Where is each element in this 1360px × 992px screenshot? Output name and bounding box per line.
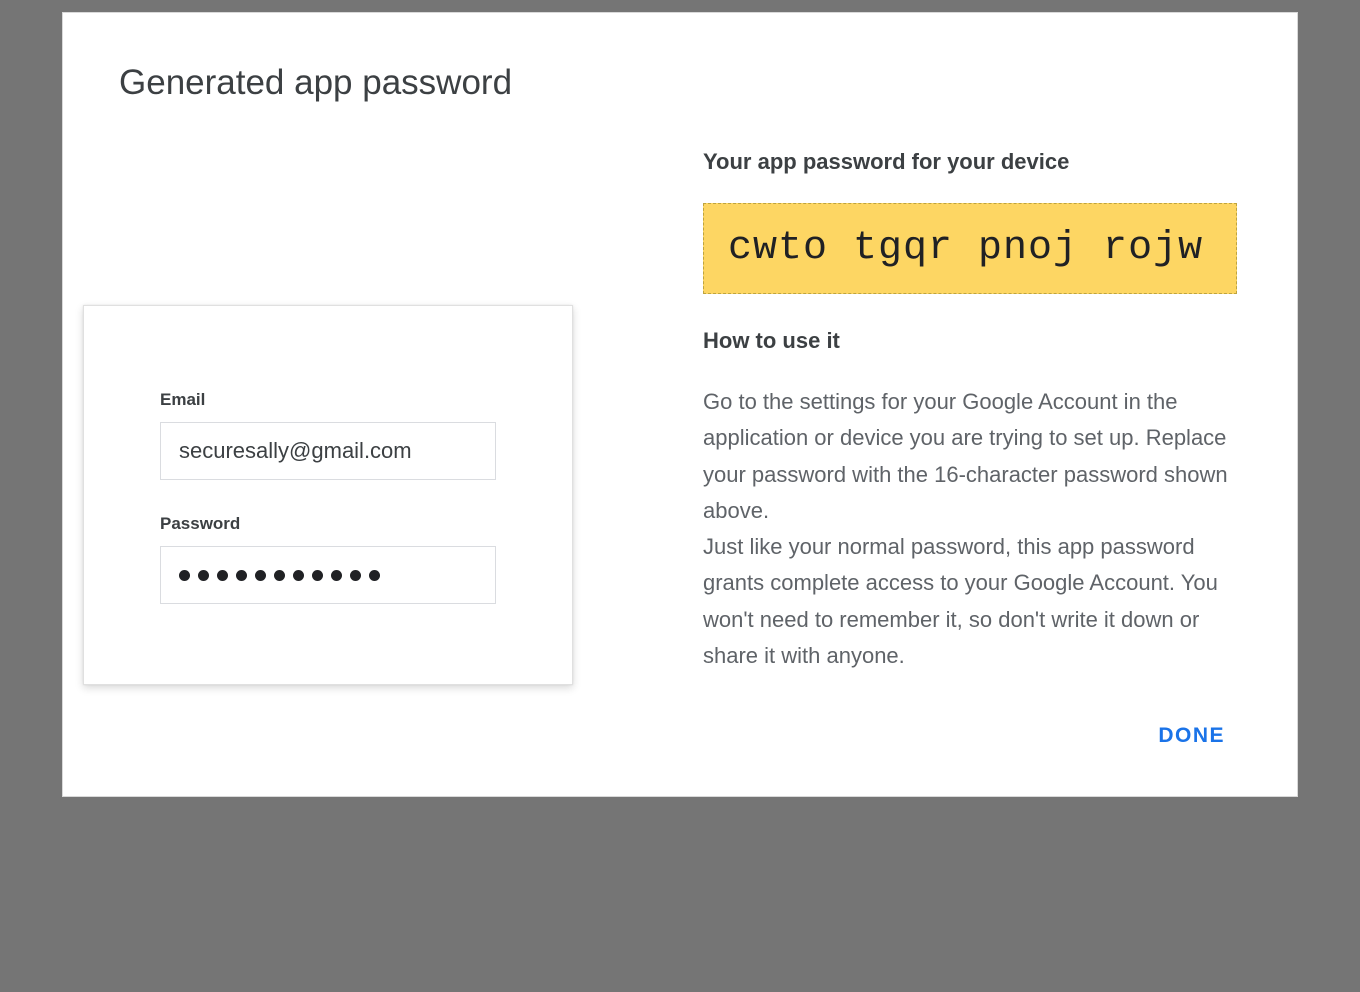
content-area: Email Password Your app password for you… — [119, 149, 1237, 756]
device-password-heading: Your app password for your device — [703, 149, 1237, 175]
credentials-card: Email Password — [83, 305, 573, 685]
password-dot — [179, 570, 190, 581]
instructions-paragraph-1: Go to the settings for your Google Accou… — [703, 389, 1228, 523]
instructions-text: Go to the settings for your Google Accou… — [703, 384, 1237, 674]
password-dot — [274, 570, 285, 581]
password-dot — [198, 570, 209, 581]
password-dot — [217, 570, 228, 581]
instructions-paragraph-2: Just like your normal password, this app… — [703, 534, 1218, 668]
password-dot — [369, 570, 380, 581]
password-dot — [331, 570, 342, 581]
email-label: Email — [160, 390, 496, 410]
footer-actions: DONE — [703, 716, 1237, 756]
password-dot — [350, 570, 361, 581]
generated-password-box[interactable]: cwto tgqr pnoj rojw — [703, 203, 1237, 294]
password-dot — [293, 570, 304, 581]
form-illustration-column: Email Password — [83, 149, 573, 685]
email-field-group: Email — [160, 390, 496, 480]
modal-title: Generated app password — [119, 63, 1237, 103]
password-label: Password — [160, 514, 496, 534]
password-field[interactable] — [160, 546, 496, 604]
email-field[interactable] — [160, 422, 496, 480]
password-dot — [236, 570, 247, 581]
howto-heading: How to use it — [703, 328, 1237, 354]
done-button[interactable]: DONE — [1146, 716, 1237, 756]
instructions-column: Your app password for your device cwto t… — [703, 149, 1237, 756]
app-password-modal: Generated app password Email Password Yo… — [62, 12, 1298, 797]
password-dot — [255, 570, 266, 581]
password-dot — [312, 570, 323, 581]
password-field-group: Password — [160, 514, 496, 604]
